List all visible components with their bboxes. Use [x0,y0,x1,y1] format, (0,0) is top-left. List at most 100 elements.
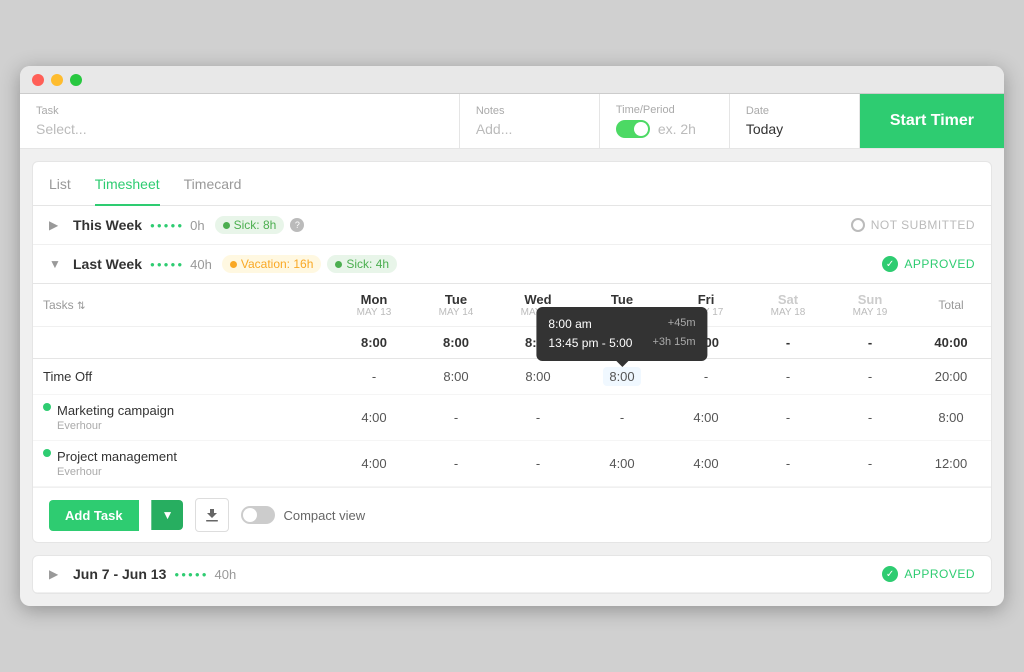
time-off-tue[interactable]: 8:00 [415,359,497,395]
notes-field[interactable]: Notes Add... [460,94,600,148]
project-wed[interactable]: - [497,441,579,487]
this-week-section[interactable]: ▶ This Week ●●●●● 0h Sick: 8h ? NOT SUBM… [33,206,991,245]
date-value[interactable]: Today [746,121,843,137]
approved-status: ✓ APPROVED [882,256,975,272]
last-week-hours: 40h [190,257,212,272]
sick-dot-icon [223,222,230,229]
jun-section[interactable]: ▶ Jun 7 - Jun 13 ●●●●● 40h ✓ APPROVED [33,556,991,593]
marketing-fri[interactable]: 4:00 [665,395,747,441]
download-button[interactable] [195,498,229,532]
project-tue2[interactable]: 4:00 [579,441,665,487]
compact-view-toggle[interactable]: Compact view [241,506,365,524]
total-tue[interactable]: 8:00 [415,327,497,359]
main-content: List Timesheet Timecard ▶ This Week ●●●●… [32,161,992,543]
timeperiod-input[interactable]: ex. 2h [658,121,696,137]
total-mon[interactable]: 8:00 [333,327,415,359]
mon-header: Mon MAY 13 [333,284,415,327]
this-week-label: This Week [73,217,142,233]
time-off-fri[interactable]: - [665,359,747,395]
sick-tag-2: Sick: 4h [327,255,397,273]
sick-label-2: Sick: 4h [346,257,389,271]
jun-chevron-icon: ▶ [49,566,65,582]
tooltip-container: 8:00 8:00 am +45m 13:45 pm - 5:00 +3h 15… [603,367,640,386]
last-week-section[interactable]: ▼ Last Week ●●●●● 40h Vacation: 16h Sick… [33,245,991,284]
approved-check-icon: ✓ [882,256,898,272]
jun-dots: ●●●●● [174,570,208,579]
timeperiod-label: Time/Period [616,104,713,116]
tooltip-row-2: 13:45 pm - 5:00 +3h 15m [548,334,695,353]
tooltip-plus1: +45m [668,315,696,334]
compact-view-label: Compact view [283,508,365,523]
vacation-label: Vacation: 16h [241,257,314,271]
this-week-dots: ●●●●● [150,221,184,230]
total-total: 40:00 [911,327,991,359]
timeperiod-field[interactable]: Time/Period ex. 2h [600,94,730,148]
project-mon[interactable]: 4:00 [333,441,415,487]
this-week-hours: 0h [190,218,204,233]
minimize-button[interactable] [51,74,63,86]
task-input[interactable]: Select... [36,121,443,137]
time-off-tue2[interactable]: 8:00 8:00 am +45m 13:45 pm - 5:00 +3h 15… [579,359,665,395]
not-submitted-label: NOT SUBMITTED [871,218,975,232]
add-task-button[interactable]: Add Task [49,500,139,531]
project-tue[interactable]: - [415,441,497,487]
last-week-label: Last Week [73,256,142,272]
jun-label: Jun 7 - Jun 13 [73,566,166,582]
tab-timecard[interactable]: Timecard [184,162,242,206]
tooltip-plus2: +3h 15m [652,334,695,353]
last-week-dots: ●●●●● [150,260,184,269]
jun-approved-label: APPROVED [904,567,975,581]
project-name[interactable]: Project management Everhour [33,441,333,487]
marketing-name[interactable]: Marketing campaign Everhour [33,395,333,441]
project-management-row: Project management Everhour 4:00 - - 4:0… [33,441,991,487]
vacation-tag: Vacation: 16h [222,255,322,273]
notes-input[interactable]: Add... [476,121,583,137]
date-field[interactable]: Date Today [730,94,860,148]
total-row: 8:00 8:00 8:00 8:00 8:00 - - 40:00 [33,327,991,359]
time-off-name[interactable]: Time Off [33,359,333,395]
help-icon[interactable]: ? [290,218,304,232]
tooltip-box: 8:00 am +45m 13:45 pm - 5:00 +3h 15m [536,307,707,361]
vacation-dot-icon [230,261,237,268]
timeperiod-toggle[interactable] [616,120,650,138]
marketing-mon[interactable]: 4:00 [333,395,415,441]
project-sat: - [747,441,829,487]
marketing-tue2[interactable]: - [579,395,665,441]
marketing-task-label: Marketing campaign [57,403,174,418]
tue-header: Tue MAY 14 [415,284,497,327]
bottom-bar: Add Task ▼ Compact view [33,487,991,542]
total-sun: - [829,327,911,359]
tab-list[interactable]: List [49,162,71,206]
add-task-dropdown-button[interactable]: ▼ [151,500,184,530]
titlebar [20,66,1004,94]
date-label: Date [746,105,843,117]
project-subtask-label: Everhour [57,466,177,478]
time-off-wed[interactable]: 8:00 [497,359,579,395]
tooltip-row-1: 8:00 am +45m [548,315,695,334]
task-label: Task [36,105,443,117]
task-field[interactable]: Task Select... [20,94,460,148]
approved-label: APPROVED [904,257,975,271]
sun-header: Sun MAY 19 [829,284,911,327]
tab-timesheet[interactable]: Timesheet [95,162,160,206]
timesheet-table: Tasks ⇅ Mon MAY 13 Tue MAY 14 [33,284,991,487]
tasks-column-header[interactable]: Tasks ⇅ [33,284,333,327]
close-button[interactable] [32,74,44,86]
marketing-tue[interactable]: - [415,395,497,441]
time-off-row: Time Off - 8:00 8:00 8:00 8:00 am +45m [33,359,991,395]
sort-icon: ⇅ [77,301,85,312]
marketing-total: 8:00 [911,395,991,441]
maximize-button[interactable] [70,74,82,86]
project-task-label: Project management [57,449,177,464]
download-icon [204,507,220,523]
compact-switch[interactable] [241,506,275,524]
tooltip-time: 8:00 am [548,315,591,334]
jun-approved-icon: ✓ [882,566,898,582]
start-timer-button[interactable]: Start Timer [860,94,1004,148]
project-fri[interactable]: 4:00 [665,441,747,487]
marketing-wed[interactable]: - [497,395,579,441]
jun-hours: 40h [215,567,237,582]
top-bar: Task Select... Notes Add... Time/Period … [20,94,1004,149]
main-window: Task Select... Notes Add... Time/Period … [20,66,1004,606]
time-off-mon[interactable]: - [333,359,415,395]
